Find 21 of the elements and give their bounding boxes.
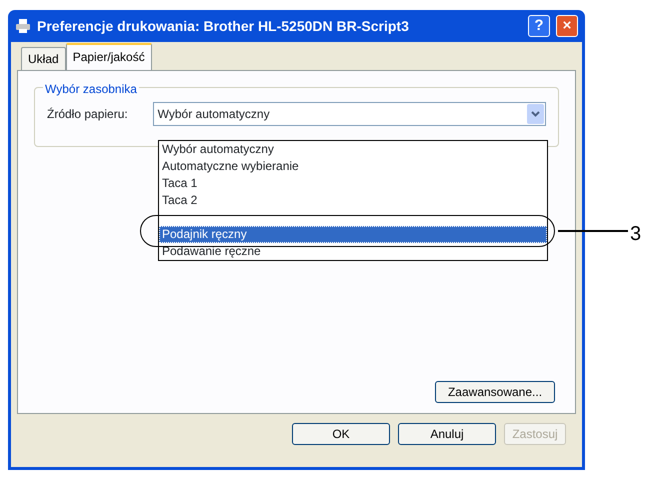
dropdown-option[interactable]: Podajnik ręczny (159, 226, 547, 243)
chevron-down-icon[interactable] (527, 104, 544, 124)
tab[interactable]: Papier/jakość (66, 43, 152, 70)
leader-line (558, 230, 628, 232)
window-title: Preferencje drukowania: Brother HL-5250DN BR-Script3 (37, 16, 410, 36)
field-label: Źródło papieru: (47, 106, 129, 123)
dialog-button[interactable]: OK (292, 423, 390, 445)
dialog-button[interactable]: Anuluj (398, 423, 496, 445)
dropdown-option[interactable]: Automatyczne wybieranie (159, 158, 547, 175)
dropdown-option[interactable]: Taca 1 (159, 175, 547, 192)
help-button[interactable]: ? (528, 15, 550, 37)
printer-icon (15, 18, 31, 34)
dropdown-option[interactable]: Wybór automatyczny (159, 141, 547, 158)
close-button[interactable]: × (556, 15, 578, 37)
dropdown-value: Wybór automatyczny (158, 106, 270, 123)
paper-source-dropdown[interactable]: Wybór automatyczny (152, 102, 546, 126)
advanced-button[interactable]: Zaawansowane... (435, 381, 555, 403)
callout-number: 3 (630, 222, 642, 247)
dropdown-option[interactable]: Podawanie ręczne (159, 243, 547, 260)
dropdown-option[interactable]: Taca 2 (159, 192, 547, 209)
tab[interactable]: Układ (21, 47, 66, 70)
